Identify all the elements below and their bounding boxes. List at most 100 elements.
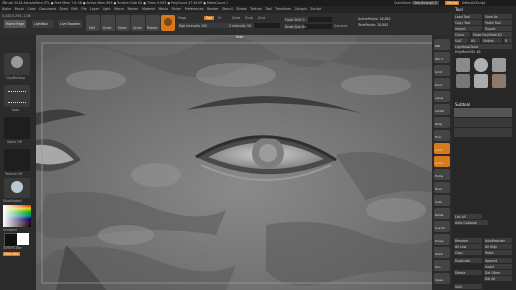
switch-color-button[interactable]: SwitchColor [3,246,22,250]
delete-button[interactable]: Delete [454,270,482,275]
subtool-header[interactable]: Subtool [455,102,470,107]
menu-texture[interactable]: Texture [250,7,262,11]
shelf-local-button[interactable]: Local [434,143,450,154]
del-other-button[interactable]: Del Other [484,270,512,275]
split-button[interactable]: Split [454,284,482,289]
menu-tool[interactable]: Tool [265,7,271,11]
shelf-xpose-button[interactable]: Xpose [434,273,450,284]
main-color-swatch[interactable] [4,233,18,247]
zsub-toggle[interactable]: Zsub [245,16,253,20]
menu-preferences[interactable]: Preferences [185,7,204,11]
live-boolean-button[interactable]: Live Boolean [58,20,82,28]
shelf-rotate-button[interactable]: Rotate [434,208,450,219]
menu-movie[interactable]: Movie [159,7,168,11]
shelf-bpr-button[interactable]: BPR [434,39,450,50]
tool-thumb-sphere[interactable] [474,58,488,72]
shelf-frame-button[interactable]: Frame [434,169,450,180]
brush-selector[interactable] [4,53,30,75]
scale-button[interactable]: Scale [131,15,145,31]
lightbox-button[interactable]: LightBox [32,20,54,28]
clone-button[interactable]: Clone [454,32,470,37]
gradient-toggle[interactable]: Gradient [3,228,17,232]
menu-stroke[interactable]: Stroke [236,7,246,11]
shelf-actual-button[interactable]: Actual [434,91,450,102]
menu-stencil[interactable]: Stencil [222,7,233,11]
secondary-color-swatch[interactable] [17,233,29,245]
dynamic-toggle[interactable]: Dynamic [334,24,348,28]
export-button[interactable]: Export [484,26,512,31]
menu-zscript[interactable]: Zscript [310,7,321,11]
menu-alpha[interactable]: Alpha [2,7,11,11]
menus-button[interactable]: Menus [445,1,460,5]
del-all-button[interactable]: Del All [484,276,512,281]
all-button[interactable]: All [470,38,480,43]
draw-button[interactable]: Draw [101,15,115,31]
shelf-line-fill-button[interactable]: Line Fill [434,221,450,232]
subtool-row-1[interactable] [454,108,512,117]
menu-marker[interactable]: Marker [127,7,138,11]
make-polymesh-button[interactable]: Make PolyMesh3D [472,32,512,37]
texture-selector[interactable] [4,149,30,171]
paste-button[interactable]: Paste [484,250,512,255]
menu-zplugin[interactable]: Zplugin [295,7,307,11]
tool-thumb-star[interactable] [492,58,506,72]
r-button[interactable]: R [504,38,512,43]
rotate-button[interactable]: Rotate [146,15,160,31]
paste-tool-button[interactable]: Paste Tool [484,20,512,25]
zadd-toggle[interactable]: Zadd [232,16,240,20]
menu-light[interactable]: Light [103,7,111,11]
shelf-scale-button[interactable]: Scale [434,195,450,206]
stroke-selector[interactable] [4,85,30,107]
lightbox-tools-button[interactable]: Lightbox▸Tools [454,44,512,49]
list-all-button[interactable]: List All [454,214,482,219]
shelf-floor-button[interactable]: Floor [434,130,450,141]
subtool-row-2[interactable] [454,118,512,127]
visible-button[interactable]: Visible [482,38,502,43]
menu-transform[interactable]: Transform [275,7,291,11]
menu-layer[interactable]: Layer [90,7,99,11]
mrgb-toggle[interactable]: Mrgb [178,16,186,20]
menu-macro[interactable]: Macro [114,7,124,11]
save-as-button[interactable]: Save As [484,14,512,19]
shelf-zoom-button[interactable]: Zoom [434,78,450,89]
append-button[interactable]: Append [484,258,512,263]
color-picker[interactable] [3,205,31,227]
load-tool-button[interactable]: Load Tool [454,14,482,19]
subtool-row-3[interactable] [454,128,512,137]
rgb-intensity-slider[interactable]: Rgb Intensity 100 [178,23,230,28]
shelf-gizmo-button[interactable]: Gizmo [434,156,450,167]
zcut-toggle[interactable]: Zcut [258,16,265,20]
tool-thumb-face[interactable] [456,58,470,72]
tool-thumb-cylinder[interactable] [456,74,470,88]
shelf-spix-3-button[interactable]: SPix 3 [434,52,450,63]
edit-button[interactable]: Edit [86,15,100,31]
copy-tool-button[interactable]: Copy Tool [454,20,482,25]
menu-document[interactable]: Document [39,7,56,11]
menu-draw[interactable]: Draw [60,7,68,11]
goz-button[interactable]: GoZ [454,38,468,43]
alternate-button[interactable]: Alternate [3,252,20,256]
rename-button[interactable]: Rename [454,238,482,243]
auto-collapse-button[interactable]: Auto Collapse [454,220,488,225]
shelf-scroll-button[interactable]: Scroll [434,65,450,76]
menu-material[interactable]: Material [142,7,155,11]
menu-edit[interactable]: Edit [71,7,77,11]
menu-brush[interactable]: Brush [15,7,24,11]
menu-file[interactable]: File [81,7,86,11]
seethrough-slider[interactable]: See-through 0 [412,1,439,5]
insert-button[interactable]: Insert [484,264,512,269]
copy-button[interactable]: Copy [454,250,482,255]
shelf-solo-button[interactable]: Solo [434,260,450,271]
menu-color[interactable]: Color [27,7,35,11]
all-low-button[interactable]: All Low [454,244,482,249]
autoreorder-button[interactable]: AutoReorder [484,238,512,243]
canvas-viewport[interactable]: Hide [36,35,448,290]
duplicate-button[interactable]: Duplicate [454,258,482,263]
draw-size-slider[interactable]: Draw Size 64 [284,24,332,29]
shelf-transp-button[interactable]: Transp [434,234,450,245]
move-button[interactable]: Move [116,15,130,31]
tool-thumb-simplebrush[interactable] [492,74,506,88]
default-zscript-button[interactable]: DefaultZScript [462,1,485,5]
brush-preview-icon[interactable] [161,15,175,31]
material-selector[interactable] [4,178,30,198]
